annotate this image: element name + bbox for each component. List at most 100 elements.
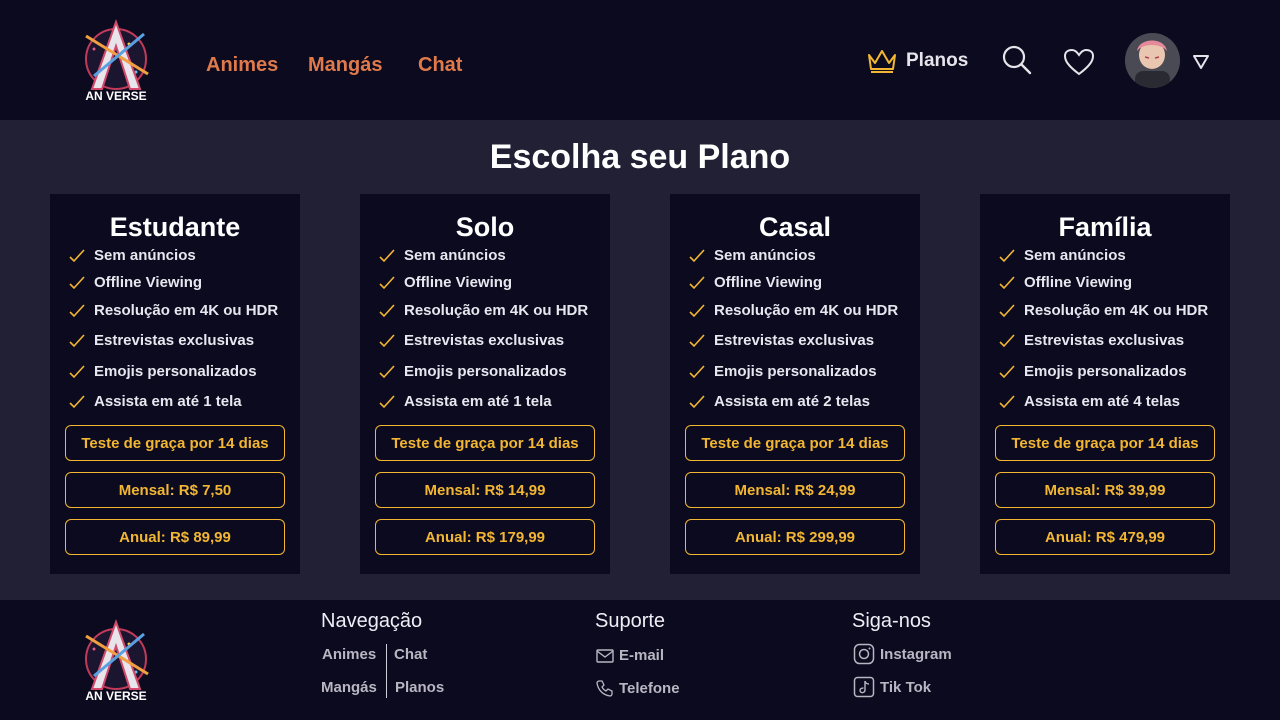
trial-button[interactable]: Teste de graça por 14 dias [685, 425, 905, 461]
plan-card: Solo Sem anúncios Offline Viewing Resolução… [360, 194, 610, 574]
plan-title: Estudante [109, 212, 241, 242]
check-icon [69, 333, 85, 347]
plan-feature-label: Sem anúncios [94, 247, 196, 264]
plan-feature: Resolução em 4K ou HDR [68, 302, 278, 319]
footer-social-heading: Siga-nos [852, 610, 931, 632]
footer-tiktok-label: Tik Tok [880, 678, 932, 696]
footer-instagram-label: Instagram [880, 645, 952, 663]
plan-feature: Resolução em 4K ou HDR [998, 302, 1208, 319]
footer-link-animes[interactable]: Animes [322, 646, 376, 663]
footer-email-label: E-mail [619, 647, 665, 664]
check-icon [689, 248, 705, 262]
footer-nav-heading: Navegação [321, 610, 423, 632]
trial-button[interactable]: Teste de graça por 14 dias [995, 425, 1215, 461]
yearly-price-button[interactable]: Anual: R$ 179,99 [375, 519, 595, 555]
tiktok-icon [853, 676, 875, 698]
footer-link-email[interactable]: E-mail [596, 647, 664, 664]
check-icon [689, 333, 705, 347]
check-icon [689, 364, 705, 378]
plan-title: Solo [455, 212, 515, 242]
footer-logo[interactable]: AN VERSE [74, 614, 164, 704]
plans-label: Planos [906, 50, 969, 71]
plan-feature: Emojis personalizados [378, 363, 567, 380]
check-icon [999, 394, 1015, 408]
footer-link-planos[interactable]: Planos [395, 679, 444, 696]
footer-link-tiktok[interactable]: Tik Tok [853, 676, 931, 698]
plan-feature: Assista em até 4 telas [998, 393, 1180, 410]
monthly-price-button[interactable]: Mensal: R$ 7,50 [65, 472, 285, 508]
footer: AN VERSE Navegação Animes Chat Mangás Pl… [0, 600, 1280, 720]
check-icon [689, 275, 705, 289]
check-icon [69, 364, 85, 378]
check-icon [69, 303, 85, 317]
trial-button[interactable]: Teste de graça por 14 dias [65, 425, 285, 461]
plan-feature: Sem anúncios [688, 247, 816, 264]
plan-feature-label: Estrevistas exclusivas [94, 332, 255, 349]
plan-feature: Offline Viewing [998, 274, 1132, 291]
plan-feature-label: Sem anúncios [1024, 247, 1126, 264]
plan-feature: Assista em até 2 telas [688, 393, 870, 410]
svg-text:AN VERSE: AN VERSE [85, 689, 146, 703]
plan-feature: Resolução em 4K ou HDR [378, 302, 588, 319]
check-icon [379, 333, 395, 347]
yearly-price-button[interactable]: Anual: R$ 89,99 [65, 519, 285, 555]
user-avatar[interactable] [1125, 33, 1180, 88]
yearly-price-button[interactable]: Anual: R$ 299,99 [685, 519, 905, 555]
check-icon [69, 248, 85, 262]
plan-feature: Offline Viewing [378, 274, 512, 291]
instagram-icon [853, 643, 875, 665]
check-icon [999, 364, 1015, 378]
plan-feature-label: Emojis personalizados [94, 363, 257, 380]
plan-feature: Sem anúncios [378, 247, 506, 264]
logo-icon: AN VERSE [85, 19, 149, 103]
monthly-price-button[interactable]: Mensal: R$ 24,99 [685, 472, 905, 508]
check-icon [999, 303, 1015, 317]
footer-link-phone[interactable]: Telefone [596, 679, 680, 697]
plan-feature: Emojis personalizados [68, 363, 257, 380]
plan-title: Casal [758, 212, 832, 242]
plan-feature: Sem anúncios [998, 247, 1126, 264]
nav-animes[interactable]: Animes [206, 54, 278, 77]
crown-icon [868, 50, 896, 73]
plan-feature-label: Resolução em 4K ou HDR [1024, 302, 1209, 319]
svg-text:AN VERSE: AN VERSE [85, 89, 146, 103]
search-icon[interactable] [1002, 45, 1032, 75]
footer-link-chat[interactable]: Chat [394, 646, 427, 663]
plan-feature-label: Sem anúncios [714, 247, 816, 264]
plan-card: Família Sem anúncios Offline Viewing Resolu… [980, 194, 1230, 574]
page-title: Escolha seu Plano [489, 138, 791, 176]
plan-feature: Resolução em 4K ou HDR [688, 302, 898, 319]
plan-feature-label: Resolução em 4K ou HDR [404, 302, 589, 319]
nav-chat[interactable]: Chat [418, 54, 462, 77]
plan-feature-label: Emojis personalizados [1024, 363, 1187, 380]
check-icon [999, 248, 1015, 262]
check-icon [379, 303, 395, 317]
plan-feature: Offline Viewing [68, 274, 202, 291]
check-icon [689, 394, 705, 408]
plan-feature: Offline Viewing [688, 274, 822, 291]
check-icon [689, 303, 705, 317]
plan-feature-label: Assista em até 4 telas [1024, 393, 1180, 410]
plan-feature-label: Sem anúncios [404, 247, 506, 264]
plan-feature: Estrevistas exclusivas [688, 332, 874, 349]
plan-feature: Assista em até 1 tela [68, 393, 242, 410]
footer-link-mangas[interactable]: Mangás [321, 679, 377, 696]
heart-icon[interactable] [1063, 48, 1095, 76]
plans-link[interactable]: Planos [866, 48, 968, 74]
brand-logo[interactable]: AN VERSE [74, 14, 164, 104]
check-icon [379, 394, 395, 408]
plan-feature: Estrevistas exclusivas [68, 332, 254, 349]
plan-feature: Emojis personalizados [688, 363, 877, 380]
plan-title: Família [1058, 212, 1152, 242]
yearly-price-button[interactable]: Anual: R$ 479,99 [995, 519, 1215, 555]
footer-link-instagram[interactable]: Instagram [853, 643, 952, 665]
footer-support-heading: Suporte [595, 610, 666, 632]
trial-button[interactable]: Teste de graça por 14 dias [375, 425, 595, 461]
nav-mangas[interactable]: Mangás [308, 54, 382, 77]
monthly-price-button[interactable]: Mensal: R$ 14,99 [375, 472, 595, 508]
triangle-down-icon[interactable] [1192, 54, 1210, 70]
plan-feature-label: Assista em até 1 tela [404, 393, 552, 410]
plan-feature-label: Offline Viewing [404, 274, 513, 291]
plan-feature-label: Assista em até 2 telas [714, 393, 870, 410]
monthly-price-button[interactable]: Mensal: R$ 39,99 [995, 472, 1215, 508]
